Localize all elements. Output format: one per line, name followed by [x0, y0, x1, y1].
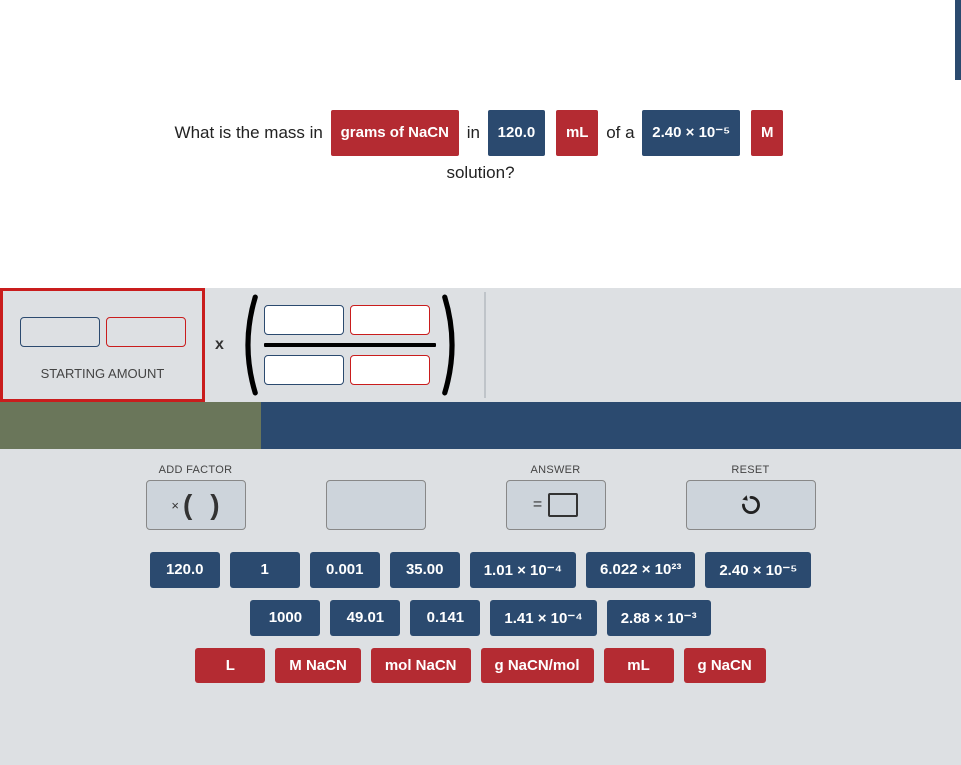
value-tile[interactable]: 6.022 × 10²³ — [586, 552, 695, 588]
blank-control-group — [326, 464, 426, 530]
answer-label: ANSWER — [506, 464, 606, 476]
right-paren-icon — [440, 293, 462, 397]
value-tile[interactable]: 49.01 — [330, 600, 400, 636]
answer-equals: = — [533, 496, 542, 514]
add-factor-label: ADD FACTOR — [146, 464, 246, 476]
question-part-1: What is the mass in — [175, 123, 323, 142]
undo-arrow-icon — [738, 492, 764, 518]
value-tile[interactable]: 35.00 — [390, 552, 460, 588]
reset-label: RESET — [686, 464, 816, 476]
dark-band — [0, 402, 961, 449]
unit-tiles-row: L M NaCN mol NaCN g NaCN/mol mL g NaCN — [195, 648, 765, 683]
scrollbar-edge — [955, 0, 961, 80]
value-tile[interactable]: 2.40 × 10⁻⁵ — [705, 552, 811, 588]
chip-concentration-unit[interactable]: M — [751, 110, 784, 156]
value-tile[interactable]: 1.01 × 10⁻⁴ — [470, 552, 576, 588]
blank-control-box[interactable] — [326, 480, 426, 530]
value-tiles-row-1: 120.0 1 0.001 35.00 1.01 × 10⁻⁴ 6.022 × 10²³ 2… — [150, 552, 812, 588]
dark-band-olive-segment — [0, 402, 261, 449]
unit-tile[interactable]: g NaCN — [684, 648, 766, 683]
unit-tile[interactable]: g NaCN/mol — [481, 648, 594, 683]
question-part-4: solution? — [0, 156, 961, 190]
answer-box-icon — [548, 493, 578, 517]
multiply-symbol: x — [215, 336, 224, 354]
denominator-value-slot[interactable] — [264, 355, 344, 385]
denominator-unit-slot[interactable] — [350, 355, 430, 385]
chip-concentration-value[interactable]: 2.40 × 10⁻⁵ — [642, 110, 740, 156]
value-tile[interactable]: 1 — [230, 552, 300, 588]
unit-tile[interactable]: mL — [604, 648, 674, 683]
value-tile[interactable]: 120.0 — [150, 552, 220, 588]
unit-tile[interactable]: M NaCN — [275, 648, 361, 683]
left-paren-icon — [238, 293, 260, 397]
chip-volume-value[interactable]: 120.0 — [488, 110, 546, 156]
chip-grams-of-nacn[interactable]: grams of NaCN — [331, 110, 459, 156]
value-tile[interactable]: 1.41 × 10⁻⁴ — [490, 600, 596, 636]
value-tile[interactable]: 0.001 — [310, 552, 380, 588]
starting-amount-label: STARTING AMOUNT — [3, 366, 202, 381]
work-strip-divider — [484, 292, 486, 398]
value-tile[interactable]: 1000 — [250, 600, 320, 636]
question-part-3: of a — [606, 123, 634, 142]
work-strip: STARTING AMOUNT x — [0, 288, 961, 402]
fraction — [260, 293, 440, 397]
question-part-2: in — [467, 123, 480, 142]
starting-unit-slot[interactable] — [106, 317, 186, 347]
value-tile[interactable]: 0.141 — [410, 600, 480, 636]
numerator-value-slot[interactable] — [264, 305, 344, 335]
reset-group: RESET — [686, 464, 816, 530]
add-factor-group: ADD FACTOR × ( ) — [146, 464, 246, 530]
conversion-factor-block — [234, 293, 466, 397]
add-factor-button[interactable]: × ( ) — [146, 480, 246, 530]
reset-button[interactable] — [686, 480, 816, 530]
value-tiles-row-2: 1000 49.01 0.141 1.41 × 10⁻⁴ 2.88 × 10⁻³ — [250, 600, 710, 636]
starting-value-slot[interactable] — [20, 317, 100, 347]
question-text: What is the mass in grams of NaCN in 120… — [0, 0, 961, 190]
starting-amount-block[interactable]: STARTING AMOUNT — [0, 288, 205, 402]
unit-tile[interactable]: L — [195, 648, 265, 683]
value-tile[interactable]: 2.88 × 10⁻³ — [607, 600, 711, 636]
answer-group: ANSWER = — [506, 464, 606, 530]
controls-area: ADD FACTOR × ( ) ANSWER = RESET — [0, 449, 961, 765]
blank-control-label — [326, 464, 426, 476]
tiles-container: 120.0 1 0.001 35.00 1.01 × 10⁻⁴ 6.022 × 10²³ 2… — [0, 552, 961, 683]
numerator-unit-slot[interactable] — [350, 305, 430, 335]
unit-tile[interactable]: mol NaCN — [371, 648, 471, 683]
fraction-bar — [264, 343, 436, 347]
chip-volume-unit[interactable]: mL — [556, 110, 599, 156]
answer-button[interactable]: = — [506, 480, 606, 530]
